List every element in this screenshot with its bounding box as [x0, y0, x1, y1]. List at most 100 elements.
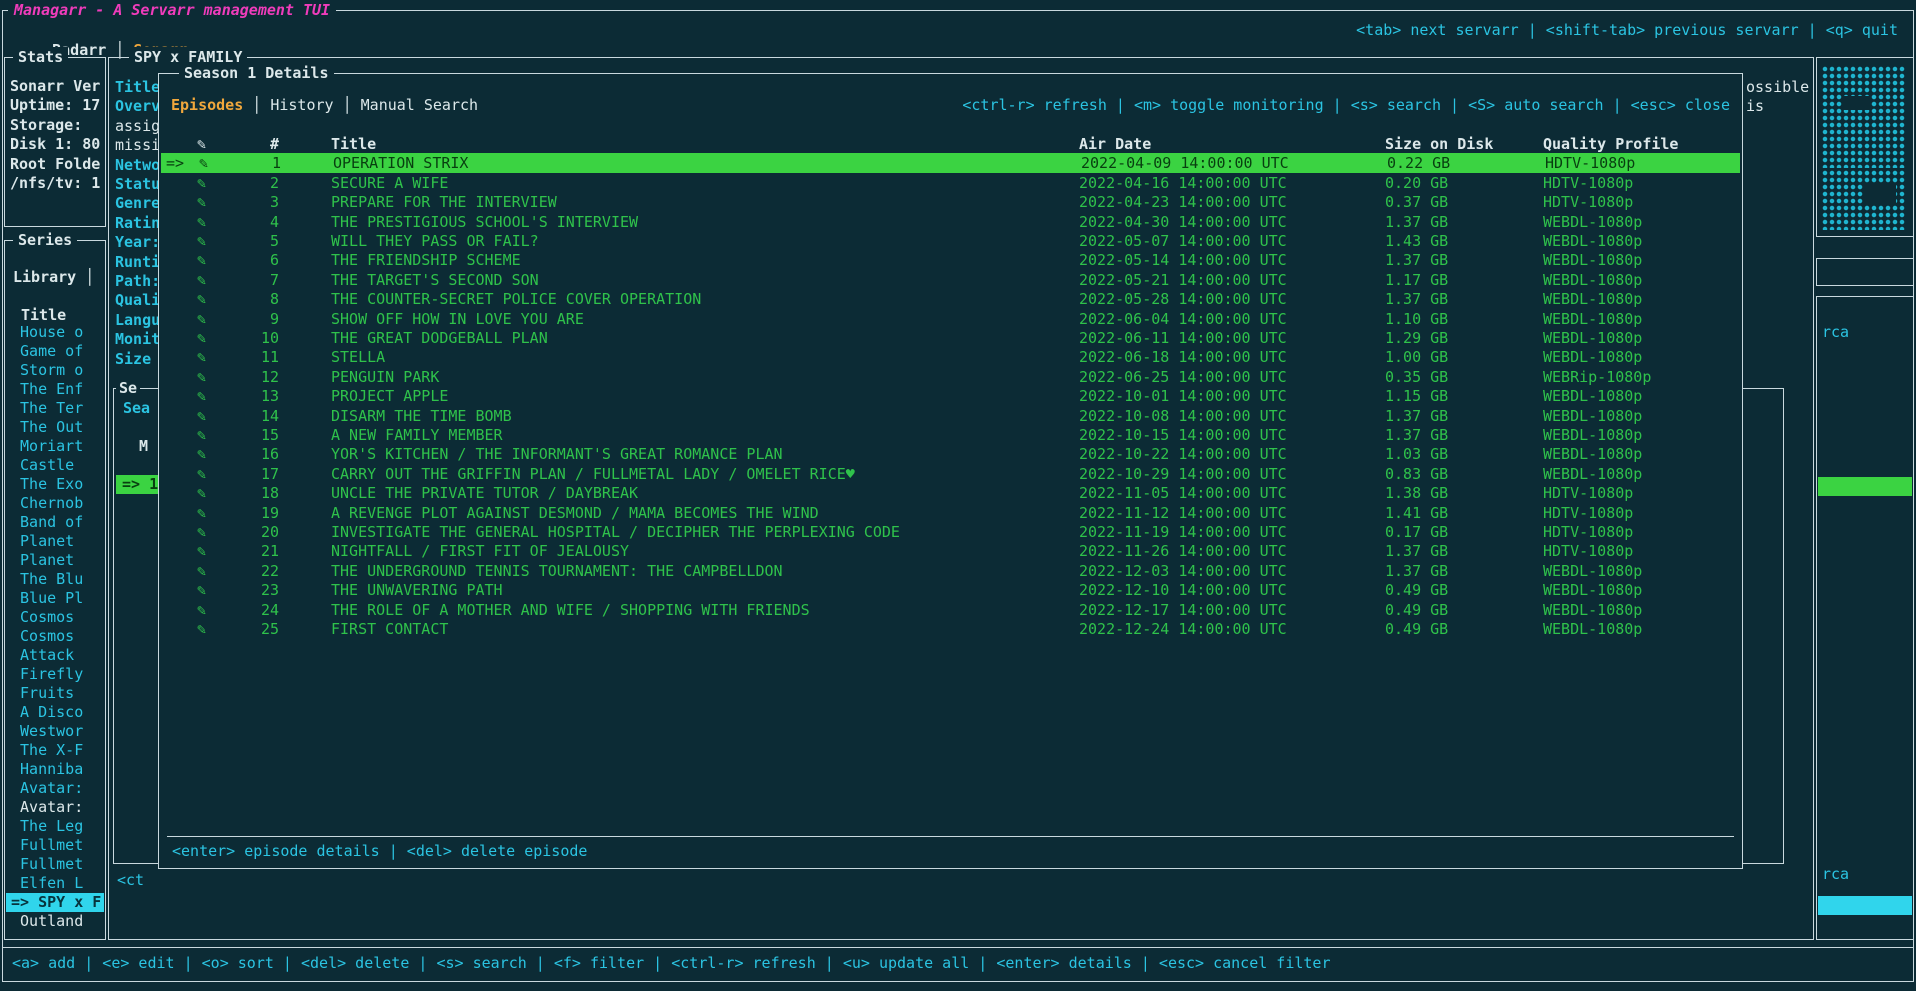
- series-item[interactable]: Storm o: [6, 361, 104, 380]
- series-panel: Series Library │ Title House o Game of S…: [4, 240, 106, 940]
- series-item[interactable]: Planet: [6, 532, 104, 551]
- detail-field-fragment: Path:: [115, 271, 160, 291]
- episode-quality: WEBDL-1080p: [1543, 600, 1642, 620]
- series-item[interactable]: Fruits: [6, 684, 104, 703]
- episode-air-date: 2022-06-04 14:00:00 UTC: [1079, 309, 1287, 329]
- series-item[interactable]: Fullmet: [6, 855, 104, 874]
- episode-row[interactable]: ✎6THE FRIENDSHIP SCHEME2022-05-14 14:00:…: [159, 250, 1742, 270]
- series-item[interactable]: Attack: [6, 646, 104, 665]
- right-panel-selected-row-cyan[interactable]: [1818, 896, 1912, 915]
- episode-air-date: 2022-10-22 14:00:00 UTC: [1079, 444, 1287, 464]
- episode-row[interactable]: ✎13PROJECT APPLE2022-10-01 14:00:00 UTC1…: [159, 386, 1742, 406]
- episode-row[interactable]: ✎15A NEW FAMILY MEMBER2022-10-15 14:00:0…: [159, 425, 1742, 445]
- monitored-icon: ✎: [197, 619, 206, 639]
- monitored-icon: ✎: [197, 309, 206, 329]
- episode-row[interactable]: ✎3PREPARE FOR THE INTERVIEW2022-04-23 14…: [159, 192, 1742, 212]
- right-bottom-panel: [1816, 296, 1914, 940]
- monitored-icon: ✎: [197, 522, 206, 542]
- series-item[interactable]: Westwor: [6, 722, 104, 741]
- monitored-icon: ✎: [197, 541, 206, 561]
- episode-row[interactable]: ✎12PENGUIN PARK2022-06-25 14:00:00 UTC0.…: [159, 367, 1742, 387]
- stats-line: Disk 1: 80: [10, 134, 100, 154]
- episode-size: 0.17 GB: [1385, 522, 1448, 542]
- episode-row[interactable]: ✎11STELLA2022-06-18 14:00:00 UTC1.00 GBW…: [159, 347, 1742, 367]
- episode-row[interactable]: ✎2SECURE A WIFE2022-04-16 14:00:00 UTC0.…: [159, 173, 1742, 193]
- episode-row[interactable]: ✎4THE PRESTIGIOUS SCHOOL'S INTERVIEW2022…: [159, 212, 1742, 232]
- series-item[interactable]: Avatar:: [6, 798, 104, 817]
- poster-art-gap: [1864, 184, 1896, 204]
- popup-tab-episodes[interactable]: Episodes: [171, 96, 243, 114]
- episode-row[interactable]: ✎19A REVENGE PLOT AGAINST DESMOND / MAMA…: [159, 503, 1742, 523]
- series-item[interactable]: A Disco: [6, 703, 104, 722]
- series-item[interactable]: Planet: [6, 551, 104, 570]
- tab-separator: │: [243, 96, 270, 114]
- popup-tab-manual-search[interactable]: Manual Search: [361, 96, 478, 114]
- series-item[interactable]: The Blu: [6, 570, 104, 589]
- tab-seasons[interactable]: Sea: [123, 398, 150, 418]
- episode-row[interactable]: => ✎1OPERATION STRIX2022-04-09 14:00:00 …: [161, 153, 1740, 173]
- episode-row[interactable]: ✎22THE UNDERGROUND TENNIS TOURNAMENT: TH…: [159, 561, 1742, 581]
- series-item[interactable]: The X-F: [6, 741, 104, 760]
- episode-quality: WEBDL-1080p: [1543, 231, 1642, 251]
- series-item[interactable]: => SPY x F: [6, 893, 104, 912]
- series-item[interactable]: Firefly: [6, 665, 104, 684]
- series-item[interactable]: Avatar:: [6, 779, 104, 798]
- series-item[interactable]: The Ter: [6, 399, 104, 418]
- series-item[interactable]: Blue Pl: [6, 589, 104, 608]
- episode-row[interactable]: ✎16YOR'S KITCHEN / THE INFORMANT'S GREAT…: [159, 444, 1742, 464]
- episode-quality: WEBDL-1080p: [1543, 425, 1642, 445]
- episode-air-date: 2022-04-09 14:00:00 UTC: [1081, 153, 1289, 173]
- series-item[interactable]: Chernob: [6, 494, 104, 513]
- series-item[interactable]: Castle: [6, 456, 104, 475]
- episode-row[interactable]: ✎9SHOW OFF HOW IN LOVE YOU ARE2022-06-04…: [159, 309, 1742, 329]
- series-item[interactable]: Fullmet: [6, 836, 104, 855]
- right-panel-selected-row[interactable]: [1818, 477, 1912, 496]
- tab-library[interactable]: Library │: [13, 267, 94, 287]
- series-item[interactable]: The Exo: [6, 475, 104, 494]
- detail-field-fragment: Langu: [115, 310, 160, 330]
- episode-row[interactable]: ✎20INVESTIGATE THE GENERAL HOSPITAL / DE…: [159, 522, 1742, 542]
- episode-row[interactable]: ✎25FIRST CONTACT2022-12-24 14:00:00 UTC0…: [159, 619, 1742, 639]
- episode-air-date: 2022-06-11 14:00:00 UTC: [1079, 328, 1287, 348]
- stats-panel: Stats Sonarr VerUptime: 17Storage:Disk 1…: [4, 57, 106, 227]
- episode-row[interactable]: ✎17CARRY OUT THE GRIFFIN PLAN / FULLMETA…: [159, 464, 1742, 484]
- series-item[interactable]: The Enf: [6, 380, 104, 399]
- episode-row[interactable]: ✎5WILL THEY PASS OR FAIL?2022-05-07 14:0…: [159, 231, 1742, 251]
- series-item[interactable]: Outland: [6, 912, 104, 931]
- episode-title: PROJECT APPLE: [331, 386, 448, 406]
- episode-title: PREPARE FOR THE INTERVIEW: [331, 192, 557, 212]
- episode-title: YOR'S KITCHEN / THE INFORMANT'S GREAT RO…: [331, 444, 783, 464]
- episode-air-date: 2022-12-03 14:00:00 UTC: [1079, 561, 1287, 581]
- series-item[interactable]: The Leg: [6, 817, 104, 836]
- episode-row[interactable]: ✎8THE COUNTER-SECRET POLICE COVER OPERAT…: [159, 289, 1742, 309]
- monitored-column-icon: ✎: [197, 134, 206, 154]
- series-item[interactable]: Cosmos: [6, 608, 104, 627]
- episode-air-date: 2022-06-18 14:00:00 UTC: [1079, 347, 1287, 367]
- air-date-column-header: Air Date: [1079, 134, 1151, 154]
- series-item[interactable]: House o: [6, 323, 104, 342]
- episode-row[interactable]: ✎21NIGHTFALL / FIRST FIT OF JEALOUSY2022…: [159, 541, 1742, 561]
- episode-row[interactable]: ✎10THE GREAT DODGEBALL PLAN2022-06-11 14…: [159, 328, 1742, 348]
- series-item[interactable]: Hanniba: [6, 760, 104, 779]
- bottom-keybinds: <a> add | <e> edit | <o> sort | <del> de…: [12, 953, 1331, 973]
- series-item[interactable]: Game of: [6, 342, 104, 361]
- detail-field-fragment: Monit: [115, 329, 160, 349]
- series-item[interactable]: The Out: [6, 418, 104, 437]
- series-item[interactable]: Elfen L: [6, 874, 104, 893]
- series-item[interactable]: Moriart: [6, 437, 104, 456]
- popup-tab-history[interactable]: History: [270, 96, 333, 114]
- episode-row[interactable]: ✎18UNCLE THE PRIVATE TUTOR / DAYBREAK202…: [159, 483, 1742, 503]
- episode-row[interactable]: ✎14DISARM THE TIME BOMB2022-10-08 14:00:…: [159, 406, 1742, 426]
- episode-size: 1.15 GB: [1385, 386, 1448, 406]
- series-item[interactable]: Band of: [6, 513, 104, 532]
- episode-row[interactable]: ✎23THE UNWAVERING PATH2022-12-10 14:00:0…: [159, 580, 1742, 600]
- episode-size: 1.00 GB: [1385, 347, 1448, 367]
- episode-air-date: 2022-11-19 14:00:00 UTC: [1079, 522, 1287, 542]
- episode-air-date: 2022-04-16 14:00:00 UTC: [1079, 173, 1287, 193]
- series-item[interactable]: Cosmos: [6, 627, 104, 646]
- episode-size: 1.03 GB: [1385, 444, 1448, 464]
- stats-line: Storage:: [10, 115, 82, 135]
- episode-row[interactable]: ✎7THE TARGET'S SECOND SON2022-05-21 14:0…: [159, 270, 1742, 290]
- episode-row[interactable]: ✎24THE ROLE OF A MOTHER AND WIFE / SHOPP…: [159, 600, 1742, 620]
- episode-size: 0.49 GB: [1385, 600, 1448, 620]
